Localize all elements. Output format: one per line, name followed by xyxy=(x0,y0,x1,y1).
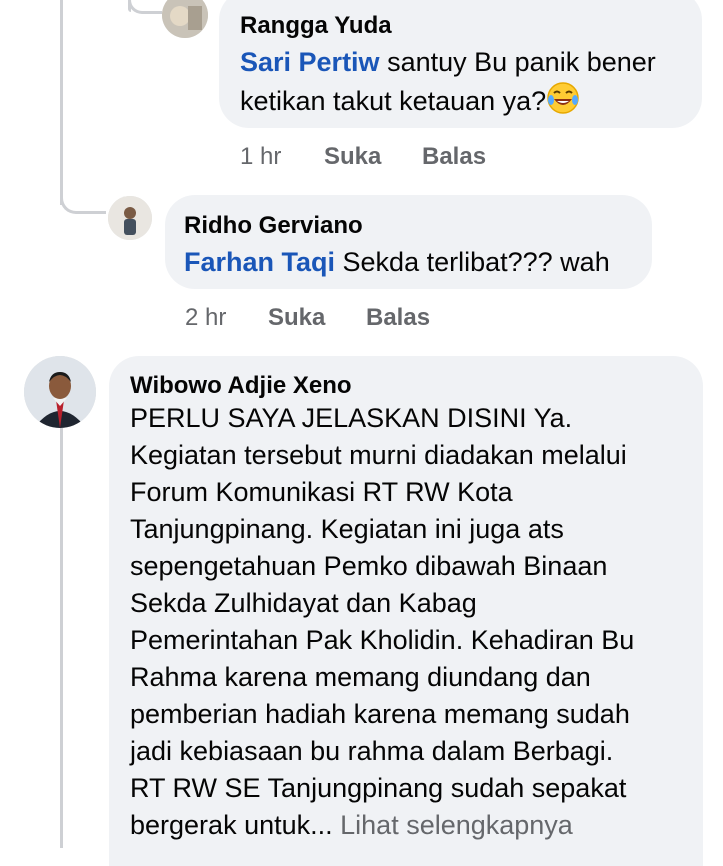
mention-link[interactable]: Sari Pertiw xyxy=(240,47,380,77)
thread-curve-1 xyxy=(128,0,162,14)
comment-truncated-text: bergerak untuk... xyxy=(130,810,333,840)
comment-line: jadi kebiasaan bu rahma dalam Berbagi. xyxy=(130,736,614,766)
comment-line: RT RW SE Tanjungpinang sudah sepakat xyxy=(130,773,627,803)
thread-line-vertical xyxy=(60,0,63,205)
comment-line: PERLU SAYA JELASKAN DISINI Ya. xyxy=(130,403,573,433)
comment-author[interactable]: Ridho Gerviano xyxy=(184,212,652,240)
like-button[interactable]: Suka xyxy=(268,304,325,332)
comment-text-part: ketikan takut ketauan ya? xyxy=(240,86,547,117)
thread-curve-2 xyxy=(60,180,106,214)
comment-line: Pemerintahan Pak Kholidin. Kehadiran Bu xyxy=(130,625,635,655)
reply-button[interactable]: Balas xyxy=(366,304,430,332)
avatar-photo xyxy=(24,356,96,428)
avatar-ridho-gerviano[interactable] xyxy=(108,196,152,240)
reply-button[interactable]: Balas xyxy=(422,143,486,171)
comment-text-part: santuy Bu panik bener xyxy=(379,47,656,77)
comment-text: Farhan Taqi Sekda terlibat??? wah xyxy=(184,244,652,281)
comment-bubble-3: Wibowo Adjie Xeno PERLU SAYA JELASKAN DI… xyxy=(109,356,703,866)
comment-text: Sari Pertiw santuy Bu panik bener ketika… xyxy=(240,44,702,125)
comment-bubble-1: Rangga Yuda Sari Pertiw santuy Bu panik … xyxy=(219,0,702,128)
comment-line: Rahma karena memang diundang dan xyxy=(130,662,591,692)
comment-line: pemberian hadiah karena memang sudah xyxy=(130,699,630,729)
comment-text-part: Sekda terlibat??? wah xyxy=(335,247,610,277)
comment-line: Forum Komunikasi RT RW Kota xyxy=(130,477,513,507)
comment-time[interactable]: 2 hr xyxy=(185,304,226,332)
comment-author[interactable]: Wibowo Adjie Xeno xyxy=(130,372,703,400)
avatar-rangga-yuda[interactable] xyxy=(162,0,208,38)
thread-line-main xyxy=(60,428,63,848)
rolling-on-floor-laughing-emoji-icon xyxy=(546,81,580,125)
comment-author[interactable]: Rangga Yuda xyxy=(240,12,702,40)
comment-line: Kegiatan tersebut murni diadakan melalui xyxy=(130,440,627,470)
comment-time[interactable]: 1 hr xyxy=(240,143,281,171)
mention-link[interactable]: Farhan Taqi xyxy=(184,247,335,277)
comment-bubble-2: Ridho Gerviano Farhan Taqi Sekda terliba… xyxy=(165,195,652,289)
comment-line: Sekda Zulhidayat dan Kabag xyxy=(130,588,477,618)
comment-text: PERLU SAYA JELASKAN DISINI Ya. Kegiatan … xyxy=(130,400,703,844)
comment-line: sepengetahuan Pemko dibawah Binaan xyxy=(130,551,608,581)
avatar-wibowo-adjie-xeno[interactable] xyxy=(24,356,96,428)
comment-line: Tanjungpinang. Kegiatan ini juga ats xyxy=(130,514,564,544)
comment-line-last: bergerak untuk... Lihat selengkapnya xyxy=(130,807,703,844)
like-button[interactable]: Suka xyxy=(324,143,381,171)
see-more-link[interactable]: Lihat selengkapnya xyxy=(340,810,573,840)
avatar-photo xyxy=(162,0,208,38)
avatar-photo xyxy=(108,196,152,240)
